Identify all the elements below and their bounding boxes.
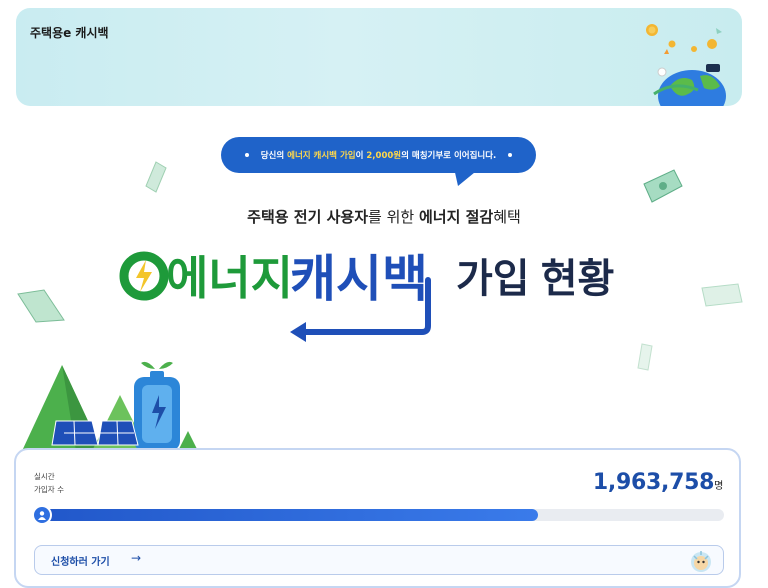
subtitle-normal-1: 를 위한 (368, 208, 419, 226)
bullet-dot (508, 153, 513, 157)
donation-message-bubble: 당신의 에너지 캐시백 가입이 2,000원의 매칭기부로 이어집니다. (221, 137, 536, 173)
hero-headline: 에너지 캐시백 가입 현황 (119, 251, 614, 342)
hero-blue-text: 캐시백 (290, 251, 428, 307)
subscriber-count-unit: 명 (714, 481, 723, 492)
arrow-right-icon: → (131, 551, 142, 565)
money-deco-icon (17, 289, 65, 323)
energy-illustration (22, 361, 198, 451)
hero-dark-text: 가입 현황 (456, 257, 614, 301)
header-title: 주택용e 캐시백 (30, 26, 109, 40)
subscriber-counter-card: 실시간 가입자 수 1,963,758명 신청하러 가기 → (14, 448, 741, 588)
apply-button[interactable]: 신청하러 가기 → (34, 545, 724, 575)
hero-green-text: 에너지 (166, 252, 293, 304)
bubble-tail (454, 168, 480, 186)
counter-label: 실시간 가입자 수 (34, 470, 64, 496)
lightning-icon (136, 260, 152, 292)
progress-bar (32, 505, 724, 525)
subtitle-strong-1: 주택용 전기 사용자 (247, 208, 369, 226)
counter-label-line1: 실시간 (34, 472, 55, 481)
bubble-text-post: 의 매칭기부로 이어집니다. (401, 151, 497, 161)
subtitle-strong-2: 에너지 절감 (418, 208, 494, 226)
money-deco-icon (643, 169, 683, 203)
header-banner: 주택용e 캐시백 (16, 8, 742, 106)
money-deco-icon (637, 343, 653, 371)
counter-label-line2: 가입자 수 (34, 485, 64, 494)
bubble-text-pre: 당신의 (260, 151, 288, 161)
apply-button-label: 신청하러 가기 (51, 557, 110, 568)
bullet-dot (244, 153, 249, 157)
progress-fill (34, 509, 538, 521)
bubble-highlight-amount: 2,000원 (366, 151, 402, 161)
bubble-text: 당신의 에너지 캐시백 가입이 2,000원의 매칭기부로 이어집니다. (261, 149, 497, 161)
user-avatar-icon (32, 505, 52, 525)
globe-coins-illustration (646, 24, 726, 106)
mascot-icon (691, 551, 711, 572)
subscriber-count: 1,963,758명 (593, 470, 723, 495)
subtitle-normal-2: 혜택 (493, 208, 521, 226)
subtitle: 주택용 전기 사용자를 위한 에너지 절감혜택 (0, 206, 768, 227)
money-deco-icon (701, 283, 743, 307)
money-deco-icon (145, 161, 167, 193)
top-mark (30, 0, 40, 15)
solar-panel-icon (51, 420, 139, 446)
bubble-highlight-cashback: 에너지 캐시백 가입 (287, 151, 356, 161)
subscriber-count-value: 1,963,758 (592, 470, 715, 495)
bubble-text-mid: 이 (355, 151, 367, 161)
